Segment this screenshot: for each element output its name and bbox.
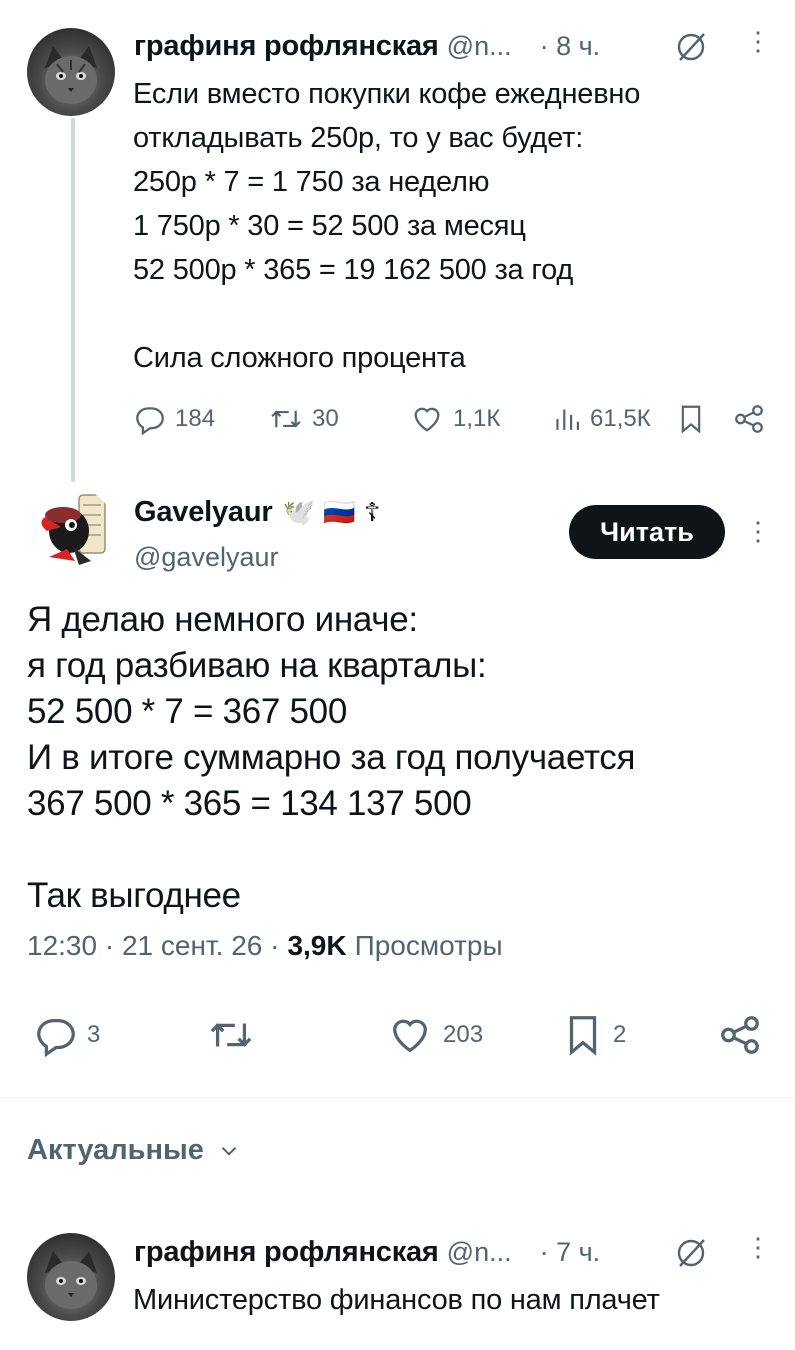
tweet1-more-icon[interactable]: ⋮ xyxy=(745,28,771,54)
tweet1-header: графиня рофлянская @n... · 8 ч. xyxy=(134,30,600,63)
heart-icon xyxy=(393,1019,427,1053)
main-like-count: 203 xyxy=(443,1021,484,1048)
section-divider xyxy=(0,1097,795,1098)
main-tweet-handle[interactable]: @gavelyaur xyxy=(134,542,278,573)
grok-icon[interactable] xyxy=(674,1236,708,1275)
retweet-icon xyxy=(210,1023,252,1047)
reply1-text: Министерство финансов по нам плачет xyxy=(133,1284,660,1316)
tweet1-text: Если вместо покупки кофе ежедневно откла… xyxy=(133,78,641,374)
share-icon xyxy=(721,1016,759,1054)
tweet1-like-count: 1,1К xyxy=(453,405,501,432)
main-reply-count: 3 xyxy=(87,1021,101,1048)
bookmark-icon xyxy=(681,405,701,434)
main-tweet-meta: 12:30 · 21 сент. 26 · 3,9K Просмотры xyxy=(27,930,503,962)
reply-icon xyxy=(37,1018,75,1058)
avatar-grafinya-reply[interactable] xyxy=(27,1233,115,1321)
tweet1-handle[interactable]: @n... xyxy=(447,31,512,62)
retweet-icon xyxy=(271,410,301,428)
main-like-button[interactable]: 203 xyxy=(385,1012,483,1058)
thread-line xyxy=(71,118,75,482)
follow-button[interactable]: Читать xyxy=(569,505,725,559)
main-tweet-author[interactable]: Gavelyaur 🕊️ 🇷🇺 ☦ xyxy=(134,496,381,529)
main-reply-button[interactable]: 3 xyxy=(33,1012,100,1058)
tweet1-views-count: 61,5К xyxy=(590,405,651,432)
tweet1-retweet-button[interactable]: 30 xyxy=(268,402,339,436)
cat-photo-icon xyxy=(45,46,97,104)
reply-icon xyxy=(136,407,164,436)
main-tweet-author-name[interactable]: Gavelyaur xyxy=(134,496,273,529)
main-tweet-more-icon[interactable]: ⋮ xyxy=(745,518,771,544)
reply1-handle[interactable]: @n... xyxy=(447,1237,512,1268)
reply1-author-name[interactable]: графиня рофлянская xyxy=(134,1236,439,1269)
tweet1-reply-count: 184 xyxy=(175,405,216,432)
share-icon xyxy=(735,405,763,433)
reply1-more-icon[interactable]: ⋮ xyxy=(745,1234,771,1260)
tweet1-views-button[interactable]: 61,5К xyxy=(552,402,651,436)
sort-label: Актуальные xyxy=(27,1134,204,1166)
main-bookmark-count: 2 xyxy=(613,1021,627,1048)
bird-avatar-icon xyxy=(41,494,106,565)
main-retweet-button[interactable] xyxy=(204,1012,258,1058)
main-share-button[interactable] xyxy=(716,1012,764,1058)
tweet1-reply-button[interactable]: 184 xyxy=(133,402,215,436)
main-tweet-name-emojis: 🕊️ 🇷🇺 ☦ xyxy=(282,497,381,528)
main-bookmark-button[interactable]: 2 xyxy=(561,1012,626,1058)
bookmark-icon xyxy=(569,1016,597,1056)
tweet1-like-button[interactable]: 1,1К xyxy=(409,402,500,436)
avatar-grafinya[interactable] xyxy=(27,28,115,116)
tweet1-time[interactable]: · 8 ч. xyxy=(540,31,601,62)
chevron-down-icon xyxy=(221,1146,237,1156)
sort-dropdown[interactable]: Актуальные xyxy=(27,1134,242,1167)
reply1-header: графиня рофлянская @n... · 7 ч. xyxy=(134,1236,600,1269)
grok-icon[interactable] xyxy=(674,30,708,69)
avatar-gavelyaur[interactable] xyxy=(27,487,115,575)
cat-photo-icon xyxy=(45,1251,97,1309)
tweet1-author-name[interactable]: графиня рофлянская xyxy=(134,30,439,63)
main-tweet-time[interactable]: 12:30 · 21 сент. 26 · xyxy=(27,930,279,962)
main-tweet-text: Я делаю немного иначе: я год разбиваю на… xyxy=(27,600,636,915)
main-tweet-views-count: 3,9K xyxy=(287,930,347,961)
tweet1-share-button[interactable] xyxy=(732,402,766,436)
tweet1-bookmark-button[interactable] xyxy=(676,402,706,436)
main-tweet-views-label: Просмотры xyxy=(354,930,503,961)
heart-icon xyxy=(414,407,440,432)
reply1-time[interactable]: · 7 ч. xyxy=(540,1237,601,1268)
tweet1-retweet-count: 30 xyxy=(312,405,339,432)
views-icon xyxy=(556,409,579,430)
